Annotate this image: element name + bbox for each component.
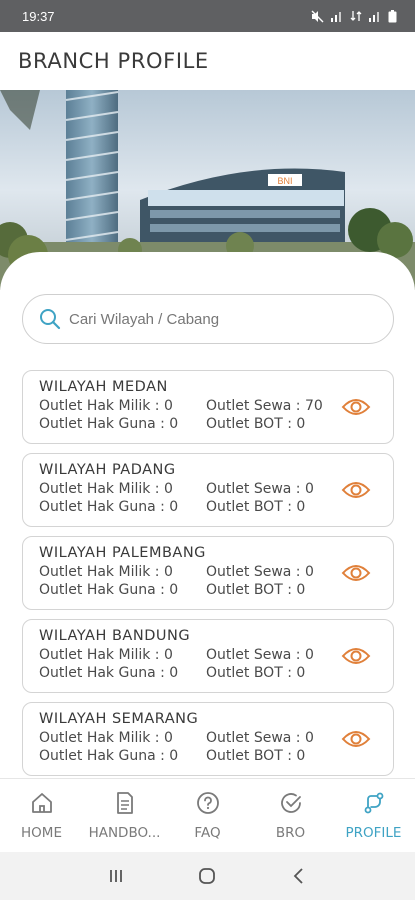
bottom-nav: HOME HANDBO... FAQ BRO PROFILE (0, 778, 415, 852)
view-button[interactable] (341, 727, 371, 751)
system-nav-bar (0, 852, 415, 900)
outlet-sewa: Outlet Sewa : 0 (206, 647, 314, 663)
nav-label: HANDBO... (88, 825, 161, 841)
signal-icon-2 (369, 12, 379, 22)
app-header: BRANCH PROFILE (0, 32, 415, 90)
branch-card-palembang[interactable]: WILAYAH PALEMBANG Outlet Hak Milik : 0 O… (22, 536, 394, 610)
branch-name: WILAYAH BANDUNG (39, 628, 191, 644)
eye-icon (341, 399, 371, 415)
outlet-hak-guna: Outlet Hak Guna : 0 (39, 416, 179, 432)
view-button[interactable] (341, 395, 371, 419)
branch-name: WILAYAH PALEMBANG (39, 545, 206, 561)
home-icon (31, 793, 52, 813)
nav-home[interactable]: HOME (0, 779, 83, 852)
search-input[interactable] (69, 310, 369, 328)
data-arrows-icon (350, 11, 362, 21)
branch-route-icon (364, 792, 383, 814)
outlet-sewa: Outlet Sewa : 0 (206, 730, 314, 746)
view-button[interactable] (341, 478, 371, 502)
nav-bro[interactable]: BRO (249, 779, 332, 852)
outlet-hak-guna: Outlet Hak Guna : 0 (39, 582, 179, 598)
battery-icon (388, 9, 397, 22)
content-card: WILAYAH MEDAN Outlet Hak Milik : 0 Outle… (0, 252, 415, 778)
branch-card-bandung[interactable]: WILAYAH BANDUNG Outlet Hak Milik : 0 Out… (22, 619, 394, 693)
eye-icon (341, 648, 371, 664)
signal-icon (331, 12, 341, 22)
search-icon (40, 309, 61, 330)
nav-faq[interactable]: FAQ (166, 779, 249, 852)
nav-handbook[interactable]: HANDBO... (83, 779, 166, 852)
nav-profile[interactable]: PROFILE (332, 779, 415, 852)
eye-icon (341, 565, 371, 581)
view-button[interactable] (341, 561, 371, 585)
nav-label: HOME (21, 825, 62, 841)
outlet-hak-milik: Outlet Hak Milik : 0 (39, 730, 173, 746)
page-title: BRANCH PROFILE (18, 49, 209, 73)
home-button-icon[interactable] (198, 867, 216, 885)
branch-card-padang[interactable]: WILAYAH PADANG Outlet Hak Milik : 0 Outl… (22, 453, 394, 527)
branch-card-semarang[interactable]: WILAYAH SEMARANG Outlet Hak Milik : 0 Ou… (22, 702, 394, 776)
outlet-sewa: Outlet Sewa : 0 (206, 564, 314, 580)
outlet-bot: Outlet BOT : 0 (206, 665, 306, 681)
outlet-bot: Outlet BOT : 0 (206, 416, 306, 432)
document-icon (116, 792, 133, 814)
branch-card-medan[interactable]: WILAYAH MEDAN Outlet Hak Milik : 0 Outle… (22, 370, 394, 444)
view-button[interactable] (341, 644, 371, 668)
outlet-bot: Outlet BOT : 0 (206, 582, 306, 598)
outlet-sewa: Outlet Sewa : 0 (206, 481, 314, 497)
check-circle-icon (280, 793, 301, 813)
outlet-hak-guna: Outlet Hak Guna : 0 (39, 499, 179, 515)
back-icon[interactable] (290, 867, 308, 885)
branch-stats: Outlet Hak Milik : 0 Outlet Sewa : 0 Out… (39, 729, 393, 765)
recent-apps-icon[interactable] (107, 867, 125, 885)
mute-icon (311, 10, 324, 22)
outlet-hak-milik: Outlet Hak Milik : 0 (39, 481, 173, 497)
outlet-hak-guna: Outlet Hak Guna : 0 (39, 665, 179, 681)
outlet-hak-milik: Outlet Hak Milik : 0 (39, 564, 173, 580)
eye-icon (341, 731, 371, 747)
status-icons (311, 9, 397, 23)
eye-icon (341, 482, 371, 498)
branch-stats: Outlet Hak Milik : 0 Outlet Sewa : 0 Out… (39, 563, 393, 599)
status-bar: 19:37 (0, 0, 415, 32)
outlet-bot: Outlet BOT : 0 (206, 748, 306, 764)
search-bar[interactable] (22, 294, 394, 344)
question-icon (196, 792, 219, 814)
outlet-sewa: Outlet Sewa : 70 (206, 398, 323, 414)
branch-name: WILAYAH SEMARANG (39, 711, 199, 727)
status-time: 19:37 (22, 8, 55, 24)
outlet-hak-milik: Outlet Hak Milik : 0 (39, 647, 173, 663)
branch-stats: Outlet Hak Milik : 0 Outlet Sewa : 0 Out… (39, 646, 393, 682)
outlet-hak-guna: Outlet Hak Guna : 0 (39, 748, 179, 764)
branch-list: WILAYAH MEDAN Outlet Hak Milik : 0 Outle… (22, 370, 394, 778)
branch-stats: Outlet Hak Milik : 0 Outlet Sewa : 0 Out… (39, 480, 393, 516)
nav-label: FAQ (194, 825, 221, 841)
nav-label: PROFILE (345, 825, 402, 841)
outlet-hak-milik: Outlet Hak Milik : 0 (39, 398, 173, 414)
outlet-bot: Outlet BOT : 0 (206, 499, 306, 515)
nav-label: BRO (275, 825, 306, 841)
branch-name: WILAYAH MEDAN (39, 379, 168, 395)
hero-sign-text: BNI (277, 176, 292, 186)
branch-name: WILAYAH PADANG (39, 462, 176, 478)
branch-stats: Outlet Hak Milik : 0 Outlet Sewa : 70 Ou… (39, 397, 393, 433)
